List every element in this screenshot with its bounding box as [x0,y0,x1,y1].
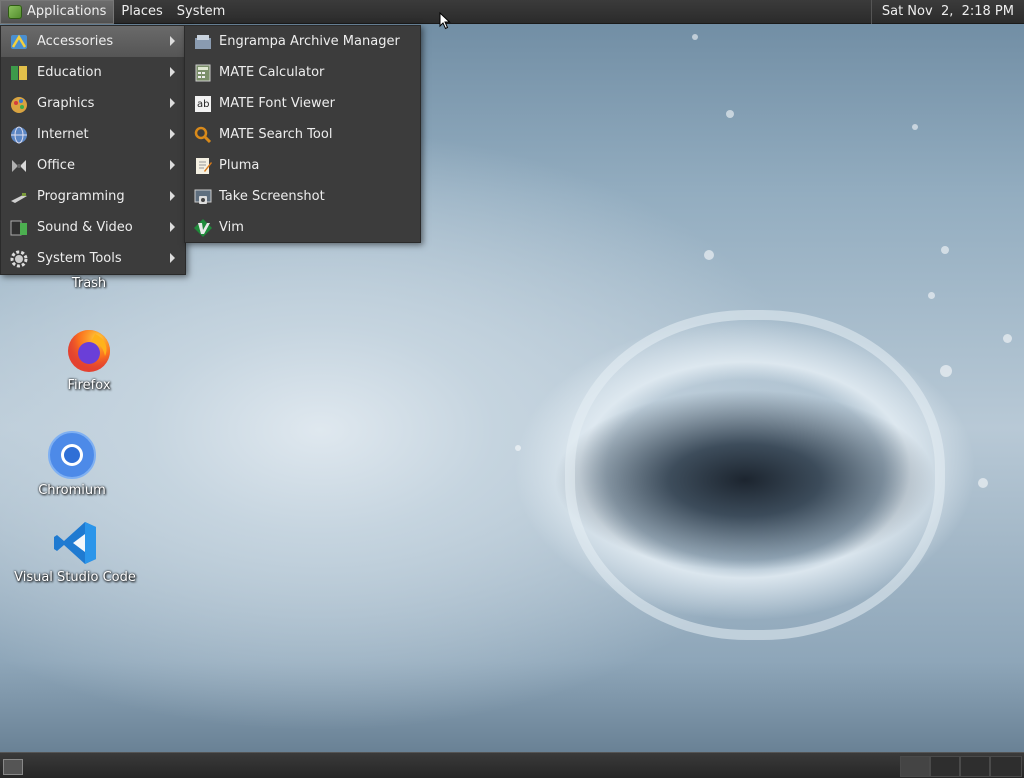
vscode-icon [52,520,98,566]
menu-item-label: Office [37,158,75,173]
menu-item-search-tool[interactable]: MATE Search Tool [185,119,420,150]
menu-item-label: Graphics [37,96,95,111]
workspace-switcher-1[interactable] [900,756,930,777]
desktop-icon-label: Visual Studio Code [14,570,136,585]
desktop-icon-label: Firefox [67,378,111,393]
system-menu[interactable]: System [170,0,232,24]
menu-item-label: MATE Font Viewer [219,96,336,111]
menu-item-label: Engrampa Archive Manager [219,34,400,49]
menu-item-internet[interactable]: Internet [1,119,185,150]
clock[interactable]: Sat Nov 2, 2:18 PM [870,0,1024,24]
menu-item-pluma[interactable]: Pluma [185,150,420,181]
menu-item-office[interactable]: Office [1,150,185,181]
menu-item-label: MATE Search Tool [219,127,333,142]
workspace-switcher-2[interactable] [930,756,960,777]
menu-item-programming[interactable]: Programming [1,181,185,212]
submenu-arrow-icon [170,129,175,139]
menu-item-take-screenshot[interactable]: Take Screenshot [185,181,420,212]
workspace-switcher-4[interactable] [990,756,1022,777]
menu-item-label: System Tools [37,251,122,266]
screenshot-icon [193,187,213,207]
submenu-arrow-icon [170,222,175,232]
graphics-icon [9,94,29,114]
submenu-arrow-icon [170,191,175,201]
mouse-cursor-icon [439,12,451,30]
chromium-icon [48,431,96,479]
programming-icon [9,187,29,207]
desktop-icon-vscode[interactable]: Visual Studio Code [14,520,136,585]
internet-icon [9,125,29,145]
menu-item-calculator[interactable]: MATE Calculator [185,57,420,88]
submenu-arrow-icon [170,67,175,77]
vim-icon [193,218,213,238]
menu-item-label: Internet [37,127,89,142]
accessories-submenu: Engrampa Archive Manager MATE Calculator… [184,25,421,243]
submenu-arrow-icon [170,36,175,46]
menu-item-engrampa[interactable]: Engrampa Archive Manager [185,26,420,57]
accessories-icon [9,32,29,52]
menu-item-accessories[interactable]: Accessories [1,26,185,57]
menu-item-font-viewer[interactable]: ab MATE Font Viewer [185,88,420,119]
places-menu-label: Places [121,4,163,19]
svg-text:ab: ab [197,99,209,110]
desktop-icon-firefox[interactable]: Firefox [46,326,132,393]
menu-item-graphics[interactable]: Graphics [1,88,185,119]
system-tools-icon [9,249,29,269]
menu-item-label: Accessories [37,34,114,49]
applications-menu[interactable]: Applications [0,0,115,24]
applications-dropdown: Accessories Education Graphics Internet … [0,25,186,275]
archive-icon [193,32,213,52]
menu-item-label: Sound & Video [37,220,133,235]
text-editor-icon [193,156,213,176]
menu-item-sound-video[interactable]: Sound & Video [1,212,185,243]
workspace-switcher-3[interactable] [960,756,990,777]
applications-menu-label: Applications [27,4,107,19]
font-viewer-icon: ab [193,94,213,114]
submenu-arrow-icon [170,160,175,170]
menu-item-education[interactable]: Education [1,57,185,88]
submenu-arrow-icon [170,98,175,108]
menu-item-label: Pluma [219,158,260,173]
office-icon [9,156,29,176]
menu-item-label: Take Screenshot [219,189,325,204]
desktop-icon-label: Trash [71,276,107,291]
menu-item-label: Education [37,65,102,80]
sound-video-icon [9,218,29,238]
firefox-icon [65,326,113,374]
places-menu[interactable]: Places [114,0,169,24]
submenu-arrow-icon [170,253,175,263]
show-desktop-button[interactable] [3,759,23,775]
mate-logo-icon [8,4,22,19]
menu-item-system-tools[interactable]: System Tools [1,243,185,274]
education-icon [9,63,29,83]
menu-item-label: Programming [37,189,125,204]
calculator-icon [193,63,213,83]
clock-label: Sat Nov 2, 2:18 PM [881,4,1014,19]
system-menu-label: System [176,4,226,19]
desktop-icon-chromium[interactable]: Chromium [30,431,114,498]
menu-item-vim[interactable]: Vim [185,212,420,243]
bottom-panel [0,752,1024,778]
menu-item-label: MATE Calculator [219,65,325,80]
top-panel: Applications Places System Sat Nov 2, 2:… [0,0,1024,24]
desktop-icon-trash[interactable]: Trash [48,276,130,291]
search-tool-icon [193,125,213,145]
desktop-icon-label: Chromium [38,483,106,498]
menu-item-label: Vim [219,220,244,235]
